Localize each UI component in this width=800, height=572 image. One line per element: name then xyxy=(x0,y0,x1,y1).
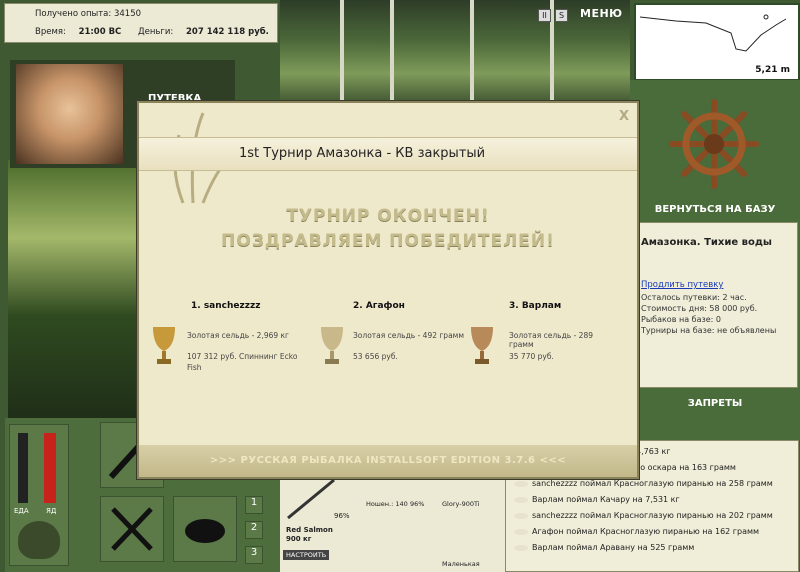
rod-condition: 96% xyxy=(334,512,350,520)
float-marker-icon xyxy=(763,14,769,20)
return-to-base-button[interactable]: ВЕРНУТЬСЯ НА БАЗУ xyxy=(630,200,800,220)
winner-prize: Золотая сельдь - 289 грамм xyxy=(509,331,593,349)
slot-3-button[interactable]: 3 xyxy=(245,546,263,564)
menu-bar: II S МЕНЮ xyxy=(530,5,630,25)
winner-money: 53 656 руб. xyxy=(353,352,398,361)
tournaments-on-base: Турниры на базе: не объявлены xyxy=(641,326,777,335)
money-label: Деньги: xyxy=(138,27,174,37)
line-wear: Ношен.: 140 xyxy=(366,500,408,508)
tree-trunk xyxy=(470,0,474,105)
list-item: sanchezzzz поймал Красноглазую пиранью н… xyxy=(514,479,773,488)
permit-remaining: Осталось путевки: 2 час. xyxy=(641,293,747,302)
line-condition: 96% xyxy=(410,500,425,508)
food-label: ЕДА xyxy=(14,507,29,515)
list-item: 4,763 кг xyxy=(636,447,671,456)
bronze-cup-icon xyxy=(471,327,493,364)
dialog-title: 1st Турнир Амазонка - КВ закрытый xyxy=(239,146,486,161)
tree-trunk xyxy=(340,0,344,105)
reel-name: Glory-900Ti xyxy=(442,500,480,508)
list-item: sanchezzzz поймал Красноглазую пиранью н… xyxy=(514,511,773,520)
list-item: Варлам поймал Аравану на 525 грамм xyxy=(514,543,694,552)
depth-panel: 5,21 m xyxy=(634,3,800,81)
fish-icon xyxy=(185,519,225,543)
player-avatar xyxy=(16,64,123,164)
winner-name: 3. Варлам xyxy=(509,301,562,311)
eat-button[interactable] xyxy=(100,496,164,562)
slot-1-button[interactable]: 1 xyxy=(245,496,263,514)
congratulations-headline: ПОЗДРАВЛЯЕМ ПОБЕДИТЕЛЕЙ! xyxy=(221,231,555,251)
fishers-on-base: Рыбаков на базе: 0 xyxy=(641,315,721,324)
fish-icon xyxy=(514,480,528,487)
food-bar xyxy=(18,433,28,503)
day-cost: Стоимость дня: 58 000 руб. xyxy=(641,304,758,313)
player-info-panel: Получено опыта: 34150 Время: 21:00 ВС Де… xyxy=(4,3,278,43)
winner-prize: Золотая сельдь - 492 грамм xyxy=(353,331,464,340)
winner-money: 107 312 руб. Спиннинг Ecko Fish xyxy=(187,352,298,372)
dialog-footer: >>> РУССКАЯ РЫБАЛКА INSTALLSOFT EDITION … xyxy=(139,445,637,477)
sound-button[interactable]: S xyxy=(555,9,568,22)
pause-button[interactable]: II xyxy=(538,9,551,22)
rod-name: Red Salmon xyxy=(286,526,333,534)
extend-permit-link[interactable]: Продлить путевку xyxy=(641,280,723,290)
pot-icon[interactable] xyxy=(18,521,60,559)
depth-value: 5,21 m xyxy=(755,65,790,75)
money-value: 207 142 118 руб. xyxy=(186,27,269,37)
edition-label: >>> РУССКАЯ РЫБАЛКА INSTALLSOFT EDITION … xyxy=(209,455,567,466)
river-scene xyxy=(8,160,138,420)
time-value: 21:00 ВС xyxy=(78,27,122,37)
exp-label: Получено опыта: xyxy=(35,9,112,19)
location-panel: Амазонка. Тихие воды Продлить путевку Ос… xyxy=(634,222,798,388)
gold-cup-icon xyxy=(153,327,175,364)
winner-money: 35 770 руб. xyxy=(509,352,554,361)
slot-2-button[interactable]: 2 xyxy=(245,521,263,539)
close-icon[interactable]: X xyxy=(619,109,629,124)
fish-icon xyxy=(514,496,528,503)
winner-prize: Золотая сельдь - 2,969 кг xyxy=(187,331,289,340)
silver-cup-icon xyxy=(321,327,343,364)
list-item: Варлам поймал Качару на 7,531 кг xyxy=(514,495,680,504)
winner-name: 2. Агафон xyxy=(353,301,405,311)
location-title: Амазонка. Тихие воды xyxy=(641,237,772,248)
poison-bar xyxy=(44,433,56,503)
rod-capacity: 900 кг xyxy=(286,535,312,543)
status-tile: ЕДА ЯД xyxy=(9,424,69,566)
ship-wheel-icon[interactable] xyxy=(668,98,760,190)
tree-trunk xyxy=(390,0,394,105)
fish-keep-button[interactable] xyxy=(173,496,237,562)
lure-name: Маленькая xyxy=(442,560,480,568)
list-item: го оскара на 163 грамм xyxy=(636,463,736,472)
tournament-finished-headline: ТУРНИР ОКОНЧЕН! xyxy=(286,206,490,226)
tournament-results-dialog: X 1st Турнир Амазонка - КВ закрытый ТУРН… xyxy=(137,101,639,479)
poison-label: ЯД xyxy=(46,507,57,515)
fish-icon xyxy=(514,528,528,535)
list-item: Агафон поймал Красноглазую пиранью на 16… xyxy=(514,527,759,536)
fork-knife-icon xyxy=(111,507,153,551)
fish-icon xyxy=(514,544,528,551)
bans-button[interactable]: ЗАПРЕТЫ xyxy=(630,394,800,414)
winner-name: 1. sanchezzzz xyxy=(191,301,261,311)
time-label: Время: xyxy=(35,27,66,37)
fish-icon xyxy=(514,512,528,519)
menu-button[interactable]: МЕНЮ xyxy=(580,7,623,20)
setup-button[interactable]: НАСТРОИТЬ xyxy=(283,550,330,560)
tackle-panel: Red Salmon 900 кг НАСТРОИТЬ 96% Ношен.: … xyxy=(280,470,505,572)
exp-value: 34150 xyxy=(113,9,142,19)
